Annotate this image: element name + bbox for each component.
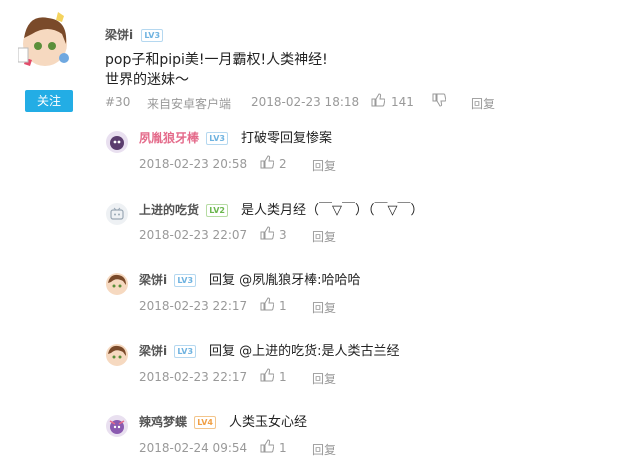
reply-time: 2018-02-23 20:58	[139, 157, 248, 171]
follow-button[interactable]: 关注	[25, 90, 73, 112]
like-icon[interactable]	[260, 297, 274, 311]
post-time: 2018-02-23 18:18	[251, 95, 360, 109]
like-icon[interactable]	[260, 368, 274, 382]
reply-username-label[interactable]: 梁饼i	[139, 273, 167, 287]
reply-button[interactable]: 回复	[471, 95, 495, 112]
like-count: 3	[279, 228, 287, 242]
reply-username-label[interactable]: 上进的吃货	[139, 203, 199, 217]
main-username[interactable]: 梁饼i LV3	[105, 26, 164, 43]
like-icon[interactable]	[260, 155, 274, 169]
reply-time: 2018-02-23 22:17	[139, 370, 248, 384]
reply-avatar[interactable]	[106, 344, 128, 366]
like-count: 1	[279, 441, 287, 455]
reply-username[interactable]: 上进的吃货 LV2	[139, 201, 228, 218]
main-post-text: pop子和pipi美!一月霸权!人类神经! 世界的迷妹～	[105, 50, 328, 90]
reply-username[interactable]: 梁饼i LV3	[139, 342, 197, 359]
like-count: 1	[279, 370, 287, 384]
reply-button[interactable]: 回复	[312, 157, 336, 174]
reply-time: 2018-02-23 22:07	[139, 228, 248, 242]
reply-username-label[interactable]: 梁饼i	[139, 344, 167, 358]
like-count: 2	[279, 157, 287, 171]
reply-avatar[interactable]	[106, 131, 128, 153]
main-avatar[interactable]	[17, 8, 72, 74]
dislike-icon[interactable]	[432, 93, 446, 107]
reply-username[interactable]: 夙胤狼牙棒 LV3	[139, 129, 228, 146]
reply-button[interactable]: 回复	[312, 228, 336, 245]
level-badge: LV2	[206, 204, 228, 217]
reply-username[interactable]: 梁饼i LV3	[139, 271, 197, 288]
level-badge: LV3	[141, 29, 164, 42]
post-line-1: pop子和pipi美!一月霸权!人类神经!	[105, 52, 328, 68]
reply-button[interactable]: 回复	[312, 299, 336, 316]
reply-username[interactable]: 辣鸡梦蝶 LV4	[139, 413, 216, 430]
like-icon[interactable]	[371, 93, 385, 107]
like-count: 141	[391, 95, 414, 109]
level-badge: LV4	[194, 416, 216, 429]
reply-avatar[interactable]	[106, 273, 128, 295]
reply-button[interactable]: 回复	[312, 441, 336, 458]
like-count: 1	[279, 299, 287, 313]
reply-avatar[interactable]	[106, 415, 128, 437]
like-icon[interactable]	[260, 226, 274, 240]
reply-text: 回复 @上进的吃货:是人类古兰经	[209, 344, 400, 359]
reply-text: 回复 @夙胤狼牙棒:哈哈哈	[209, 273, 361, 288]
reply-time: 2018-02-23 22:17	[139, 299, 248, 313]
reply-text: 是人类月经（￣▽￣）（￣▽￣）	[241, 203, 424, 218]
reply-time: 2018-02-24 09:54	[139, 441, 248, 455]
level-badge: LV3	[206, 132, 228, 145]
level-badge: LV3	[174, 274, 197, 287]
level-badge: LV3	[174, 345, 197, 358]
floor-number: #30	[105, 95, 131, 109]
reply-username-label[interactable]: 夙胤狼牙棒	[139, 131, 199, 145]
reply-username-label[interactable]: 辣鸡梦蝶	[139, 415, 187, 429]
post-line-2: 世界的迷妹～	[105, 72, 189, 88]
post-source: 来自安卓客户端	[147, 97, 232, 111]
reply-text: 人类玉女心经	[229, 415, 308, 430]
reply-text: 打破零回复惨案	[241, 131, 333, 146]
username-label[interactable]: 梁饼i	[105, 28, 133, 42]
reply-button[interactable]: 回复	[312, 370, 336, 387]
reply-avatar[interactable]	[106, 203, 128, 225]
like-icon[interactable]	[260, 439, 274, 453]
